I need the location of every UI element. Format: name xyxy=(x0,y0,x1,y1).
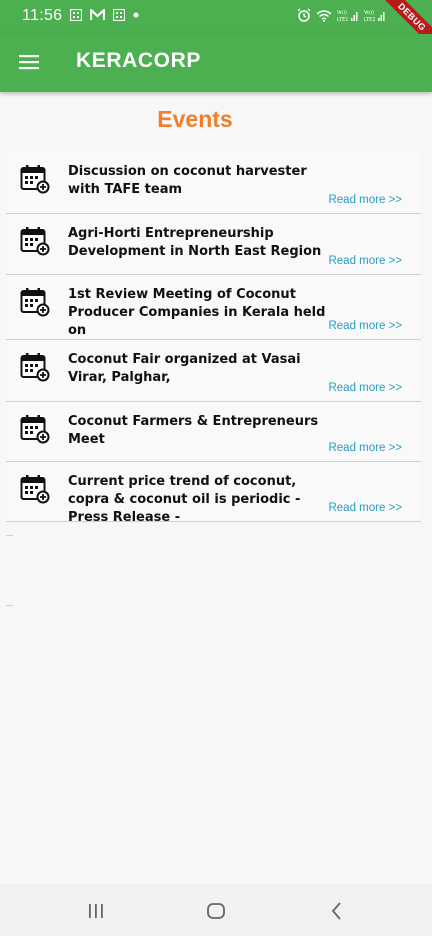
notification-icon xyxy=(113,9,125,21)
status-notification-icons xyxy=(70,9,139,21)
read-more-link[interactable]: Read more >> xyxy=(328,382,402,394)
event-card[interactable]: Coconut Fair organized at Vasai Virar, P… xyxy=(6,340,421,402)
app-m-icon xyxy=(90,9,105,20)
event-title: Coconut Farmers & Entrepreneurs Meet xyxy=(68,414,319,447)
back-button[interactable] xyxy=(324,898,350,924)
status-time: 11:56 xyxy=(22,7,63,24)
read-more-link[interactable]: Read more >> xyxy=(328,442,402,454)
svg-text:LTE2: LTE2 xyxy=(364,17,376,22)
calendar-icon xyxy=(20,287,50,317)
svg-text:Vo)): Vo)) xyxy=(364,10,374,16)
back-icon xyxy=(331,902,341,920)
alarm-icon xyxy=(297,8,311,22)
wifi-icon xyxy=(316,9,332,22)
event-title: Coconut Fair organized at Vasai Virar, P… xyxy=(68,352,301,385)
home-icon xyxy=(207,903,225,919)
event-card[interactable]: Coconut Farmers & Entrepreneurs Meet Rea… xyxy=(6,402,421,462)
calendar-icon xyxy=(20,474,50,504)
page-heading: Events xyxy=(157,106,233,132)
navigation-bar xyxy=(0,884,432,936)
app-bar: KERACORP xyxy=(0,34,432,92)
event-title: Current price trend of coconut, copra & … xyxy=(68,474,301,522)
status-bar: 11:56 Vo)) LTE1 Vo)) LTE2 DEBUG xyxy=(0,0,432,55)
calendar-icon xyxy=(20,352,50,382)
status-system-icons: Vo)) LTE1 Vo)) LTE2 xyxy=(297,8,386,22)
event-card[interactable]: 1st Review Meeting of Coconut Producer C… xyxy=(6,275,421,340)
signal-lte1-icon: Vo)) LTE1 xyxy=(337,10,358,22)
recents-icon xyxy=(89,904,103,918)
event-card[interactable]: Agri-Horti Entrepreneurship Development … xyxy=(6,214,421,275)
read-more-link[interactable]: Read more >> xyxy=(328,502,402,514)
event-card[interactable]: Current price trend of coconut, copra & … xyxy=(6,462,421,522)
divider xyxy=(6,535,13,536)
signal-lte2-icon: Vo)) LTE2 xyxy=(364,10,385,22)
event-list: Discussion on coconut harvester with TAF… xyxy=(6,152,421,522)
dot-icon xyxy=(133,12,139,18)
hamburger-menu-icon xyxy=(19,55,39,70)
home-button[interactable] xyxy=(203,898,229,924)
recents-button[interactable] xyxy=(83,898,109,924)
svg-text:Vo)): Vo)) xyxy=(337,10,347,16)
svg-text:LTE1: LTE1 xyxy=(337,17,349,22)
event-title: Discussion on coconut harvester with TAF… xyxy=(68,164,307,197)
event-card[interactable]: Discussion on coconut harvester with TAF… xyxy=(6,152,421,214)
read-more-link[interactable]: Read more >> xyxy=(328,320,402,332)
event-title: Agri-Horti Entrepreneurship Development … xyxy=(68,226,322,259)
calendar-icon xyxy=(20,164,50,194)
app-title: KERACORP xyxy=(76,49,201,72)
divider xyxy=(6,605,13,606)
notification-icon xyxy=(70,9,82,21)
read-more-link[interactable]: Read more >> xyxy=(328,255,402,267)
calendar-icon xyxy=(20,414,50,444)
calendar-icon xyxy=(20,226,50,256)
read-more-link[interactable]: Read more >> xyxy=(328,194,402,206)
event-title: 1st Review Meeting of Coconut Producer C… xyxy=(68,287,326,338)
menu-button[interactable] xyxy=(18,52,40,72)
